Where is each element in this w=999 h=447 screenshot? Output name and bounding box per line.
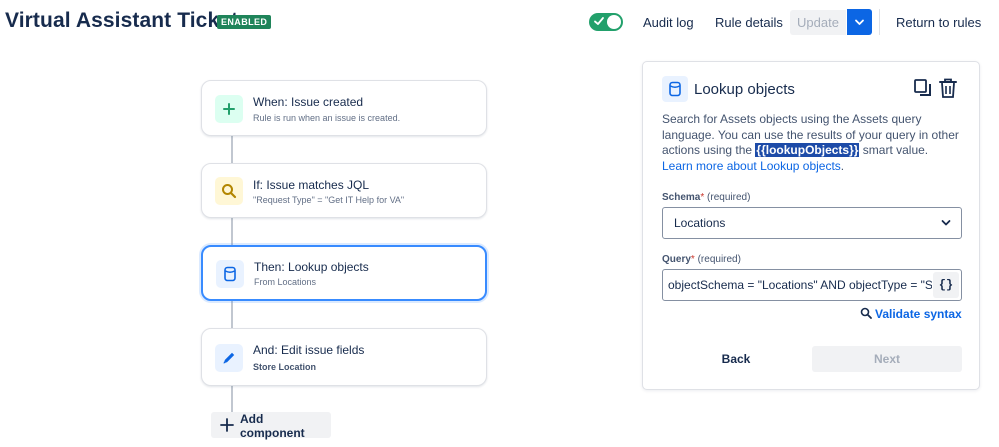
panel-icon-box (662, 76, 688, 102)
description-text: smart value. (859, 143, 929, 157)
learn-more-link[interactable]: Learn more about Lookup objects (662, 159, 841, 173)
trigger-card[interactable]: When: Issue created Rule is run when an … (201, 80, 487, 136)
status-badge: ENABLED (217, 15, 272, 29)
check-icon (594, 17, 604, 25)
flow-connector (231, 301, 233, 328)
action-card-lookup-objects[interactable]: Then: Lookup objects From Locations (201, 245, 487, 301)
next-button[interactable]: Next (812, 346, 962, 372)
step-subtitle: From Locations (254, 277, 317, 287)
step-subtitle: "Request Type" = "Get IT Help for VA" (253, 195, 405, 205)
schema-label-text: Schema (662, 192, 701, 203)
smart-value-braces-button[interactable]: {} (933, 272, 959, 298)
step-title: When: Issue created (253, 95, 364, 109)
condition-card[interactable]: If: Issue matches JQL "Request Type" = "… (201, 163, 487, 218)
toggle-knob (607, 15, 621, 29)
header-divider (879, 9, 880, 35)
schema-select-value: Locations (674, 216, 726, 230)
page-title: Virtual Assistant Tickets (5, 9, 250, 32)
flow-connector (231, 386, 233, 413)
add-component-button[interactable]: Add component (211, 412, 331, 440)
rule-details-button[interactable]: Rule details (715, 10, 783, 35)
step-subtitle: Rule is run when an issue is created. (253, 113, 401, 123)
action-card-edit-fields[interactable]: And: Edit issue fields Store Location (201, 328, 487, 386)
validate-syntax-link[interactable]: Validate syntax (860, 307, 962, 321)
chevron-down-icon (941, 220, 951, 226)
update-dropdown-button[interactable] (847, 9, 872, 35)
required-star: * (700, 192, 705, 203)
step-title: Then: Lookup objects (254, 260, 369, 274)
chevron-down-icon (855, 19, 864, 25)
schema-select[interactable]: Locations (662, 207, 962, 239)
schema-label: Schema* (required) (662, 192, 750, 203)
panel-description: Search for Assets objects using the Asse… (662, 112, 962, 174)
component-config-panel: Lookup objects Search for Assets objects… (642, 61, 980, 390)
pencil-icon (223, 352, 235, 364)
search-icon (860, 307, 872, 319)
flow-connector (231, 218, 233, 245)
required-text: (required) (697, 254, 741, 265)
database-icon (669, 81, 681, 97)
step-icon-box (216, 260, 244, 288)
query-input-value: objectSchema = "Locations" AND objectTyp… (668, 278, 932, 292)
step-title: If: Issue matches JQL (253, 178, 370, 192)
required-star: * (690, 254, 695, 265)
query-label: Query* (required) (662, 254, 741, 265)
step-icon-box (215, 95, 243, 123)
update-button[interactable]: Update (790, 10, 846, 35)
query-label-text: Query (662, 254, 691, 265)
smart-value-highlight: {{lookupObjects}} (755, 143, 860, 157)
step-icon-box (215, 177, 243, 205)
query-input[interactable]: objectSchema = "Locations" AND objectTyp… (662, 269, 962, 301)
description-text: . (840, 158, 845, 173)
return-to-rules-button[interactable]: Return to rules (896, 10, 981, 35)
audit-log-button[interactable]: Audit log (643, 10, 694, 35)
step-icon-box (215, 344, 243, 372)
trash-icon[interactable] (938, 77, 958, 99)
rule-enabled-toggle[interactable] (589, 13, 623, 31)
copy-icon[interactable] (913, 78, 933, 98)
step-subtitle: Store Location (253, 362, 317, 372)
plus-icon (223, 103, 235, 115)
required-text: (required) (707, 192, 751, 203)
flow-connector (231, 136, 233, 163)
validate-syntax-label: Validate syntax (875, 307, 962, 321)
panel-title: Lookup objects (694, 81, 795, 98)
add-component-label: Add component (240, 412, 305, 440)
back-button[interactable]: Back (703, 347, 769, 371)
plus-icon (220, 418, 234, 432)
search-icon (222, 184, 237, 199)
step-title: And: Edit issue fields (253, 343, 365, 357)
database-icon (224, 266, 236, 282)
